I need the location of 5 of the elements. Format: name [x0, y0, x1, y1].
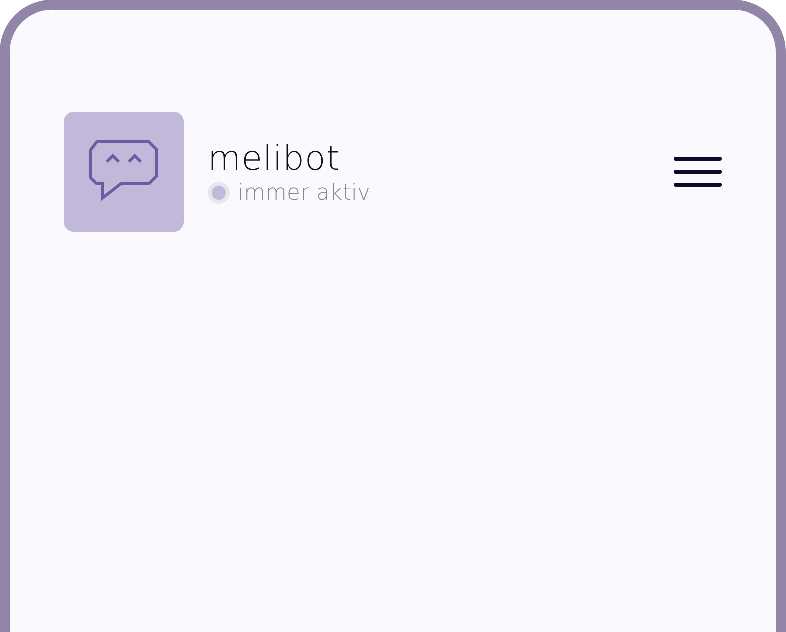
status-label: immer aktiv — [238, 180, 371, 206]
chat-bubble-icon — [89, 140, 159, 204]
bot-name: melibot — [208, 138, 342, 178]
menu-button[interactable] — [674, 157, 722, 187]
menu-icon — [674, 157, 722, 187]
